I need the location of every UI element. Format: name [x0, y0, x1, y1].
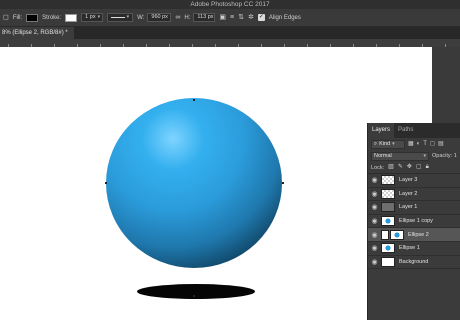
- link-icon[interactable]: ∞: [175, 14, 180, 21]
- align-edges-label: Align Edges: [268, 14, 301, 21]
- layer-row[interactable]: ◉ Layer 3: [368, 174, 460, 188]
- lock-image-pixels-icon[interactable]: ✎: [398, 164, 403, 171]
- horizontal-ruler: [0, 39, 460, 47]
- document-tab-bar: 8% (Ellipse 2, RGB/8#) *: [0, 27, 460, 39]
- layer-name: Layer 2: [399, 190, 418, 197]
- lock-transparent-pixels-icon[interactable]: ▧: [388, 164, 394, 171]
- layer-row[interactable]: ◉ Ellipse 1 copy: [368, 215, 460, 229]
- image-filter-icon[interactable]: ▦: [408, 141, 414, 148]
- width-label: W:: [137, 14, 145, 21]
- kind-filter-dropdown[interactable]: ⌕ Kind ▾: [371, 139, 405, 149]
- path-alignment-icon[interactable]: ≡: [230, 14, 234, 21]
- gear-icon[interactable]: ✲: [248, 14, 254, 21]
- layer-name: Layer 1: [399, 204, 418, 211]
- layer-thumbnail: [381, 243, 395, 254]
- opacity-label[interactable]: Opacity: 1: [432, 153, 457, 159]
- blend-mode-dropdown[interactable]: Normal ▾: [371, 151, 429, 161]
- options-bar: ◻ Fill: Stroke: 1 px ▾ ▾ W: 960 px ∞ H: …: [0, 9, 460, 27]
- layer-row[interactable]: ◉ Background: [368, 256, 460, 270]
- layers-panel: Layers Paths ⌕ Kind ▾ ▦ ◐ T ◻ ▤ Normal ▾…: [367, 123, 460, 320]
- eye-icon[interactable]: ◉: [368, 231, 381, 239]
- sphere-shadow-ellipse[interactable]: [137, 284, 255, 299]
- lock-row: Lock: ▧ ✎ ✥ ▢ 🔒︎: [368, 162, 460, 174]
- stroke-width-field[interactable]: 1 px ▾: [81, 13, 104, 22]
- tab-paths[interactable]: Paths: [394, 123, 417, 138]
- height-input[interactable]: 113 px: [193, 13, 216, 22]
- lock-all-icon[interactable]: 🔒︎: [426, 164, 429, 171]
- vector-mask-thumbnail: [390, 229, 404, 240]
- window-title: Adobe Photoshop CC 2017: [0, 0, 460, 9]
- layer-thumbnail: [381, 216, 395, 227]
- eye-icon[interactable]: ◉: [368, 176, 381, 184]
- chevron-down-icon: ▾: [423, 152, 426, 159]
- tab-layers[interactable]: Layers: [368, 123, 395, 138]
- layer-name: Layer 3: [399, 177, 418, 184]
- search-icon: ⌕: [374, 140, 378, 147]
- blue-sphere-ellipse[interactable]: [106, 98, 282, 268]
- anchor-point[interactable]: [282, 182, 284, 184]
- width-input[interactable]: 960 px: [147, 13, 172, 22]
- stroke-label: Stroke:: [42, 14, 62, 21]
- layer-thumbnail: [381, 202, 395, 213]
- layer-name: Ellipse 1 copy: [399, 218, 433, 225]
- blend-mode-value: Normal: [374, 152, 392, 159]
- width-field[interactable]: W: 960 px: [137, 13, 172, 22]
- filter-row: ⌕ Kind ▾ ▦ ◐ T ◻ ▤: [368, 138, 460, 150]
- blend-row: Normal ▾ Opacity: 1: [368, 150, 460, 162]
- stroke-type-dropdown[interactable]: ▾: [107, 13, 134, 22]
- layer-name: Ellipse 2: [408, 231, 429, 238]
- path-operations-icon[interactable]: ▣: [219, 14, 226, 21]
- layer-row[interactable]: ◉ Ellipse 1: [368, 242, 460, 256]
- layer-name: Ellipse 1: [399, 245, 420, 252]
- eye-icon[interactable]: ◉: [368, 258, 381, 266]
- layers-panel-tabs: Layers Paths: [368, 123, 460, 138]
- smart-object-filter-icon[interactable]: ▤: [438, 141, 444, 148]
- document-tab[interactable]: 8% (Ellipse 2, RGB/8#) *: [0, 27, 74, 39]
- layer-row-selected[interactable]: ◉ Ellipse 2: [368, 228, 460, 242]
- eye-icon[interactable]: ◉: [368, 217, 381, 225]
- layer-name: Background: [399, 258, 429, 265]
- type-filter-icon[interactable]: T: [423, 141, 427, 148]
- height-field[interactable]: H: 113 px: [184, 13, 216, 22]
- layer-thumbnail: [381, 256, 395, 267]
- kind-label: Kind: [379, 140, 391, 147]
- anchor-point[interactable]: [105, 182, 107, 184]
- eye-icon[interactable]: ◉: [368, 203, 381, 211]
- path-arrangement-icon[interactable]: ⇅: [238, 14, 244, 21]
- anchor-point[interactable]: [193, 295, 195, 297]
- chevron-down-icon: ▾: [97, 14, 101, 20]
- side-panel-strip: [432, 47, 460, 123]
- align-edges-checkbox[interactable]: ✓: [257, 14, 265, 21]
- chevron-down-icon: ▾: [392, 140, 395, 147]
- lock-artboard-icon[interactable]: ▢: [416, 164, 422, 171]
- layer-thumbnail: [381, 188, 395, 199]
- fill-color-swatch[interactable]: [26, 13, 39, 22]
- layer-row[interactable]: ◉ Layer 1: [368, 201, 460, 215]
- eye-icon[interactable]: ◉: [368, 244, 381, 252]
- adjustment-filter-icon[interactable]: ◐: [417, 141, 421, 148]
- height-label: H:: [184, 14, 191, 21]
- lock-label: Lock:: [371, 164, 385, 171]
- stroke-color-swatch[interactable]: [65, 13, 78, 22]
- shape-filter-icon[interactable]: ◻: [430, 141, 435, 148]
- stroke-line-icon: [111, 17, 125, 18]
- chevron-down-icon: ▾: [126, 14, 130, 20]
- anchor-point[interactable]: [193, 99, 195, 101]
- fill-label: Fill:: [12, 14, 23, 21]
- layer-row[interactable]: ◉ Layer 2: [368, 188, 460, 202]
- shape-tool-icon[interactable]: ◻: [3, 14, 9, 21]
- lock-position-icon[interactable]: ✥: [407, 164, 412, 171]
- stroke-width-value: 1 px: [85, 14, 96, 20]
- layer-thumbnail: [381, 175, 395, 186]
- eye-icon[interactable]: ◉: [368, 190, 381, 198]
- layer-thumbnail: [381, 229, 389, 240]
